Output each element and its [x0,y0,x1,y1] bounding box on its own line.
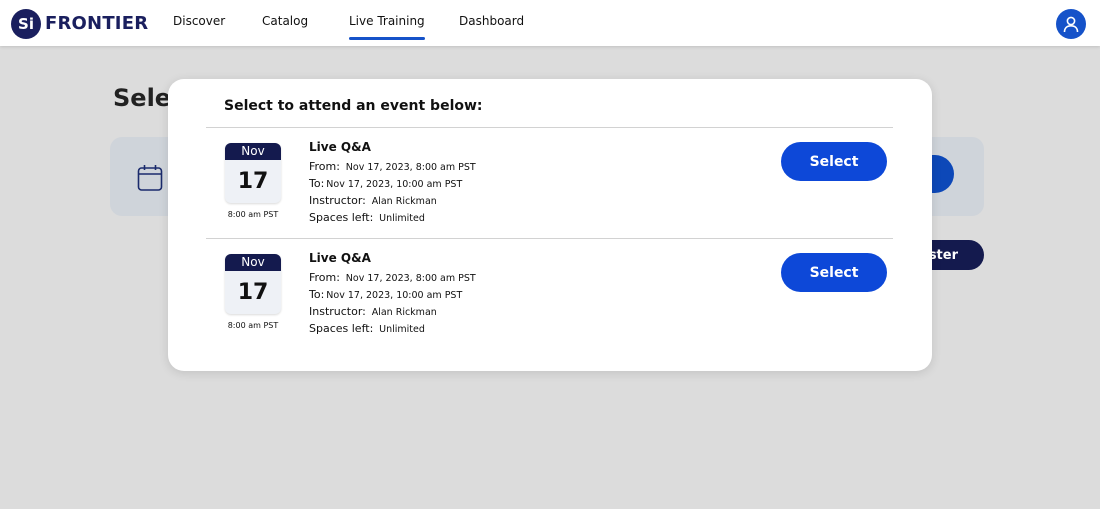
instructor-label: Instructor: [309,194,366,207]
event-selection-modal: Select to attend an event below: Nov 17 … [168,79,932,371]
calendar-icon [137,165,163,191]
from-label: From: [309,271,340,284]
date-day: 17 [237,169,269,194]
to-label: To: [309,288,325,301]
to-value: Nov 17, 2023, 10:00 am PST [326,290,463,301]
frontier-logo[interactable]: Si FRONTIER [11,8,148,39]
from-value: Nov 17, 2023, 8:00 am PST [345,162,476,173]
user-avatar-button[interactable] [1056,9,1086,39]
instructor-label: Instructor: [309,305,366,318]
modal-title: Select to attend an event below: [224,98,483,114]
date-month: Nov [225,143,281,160]
event-name: Live Q&A [309,140,371,154]
logo-badge: Si [11,8,41,39]
event-start-time: 8:00 am PST [227,210,279,219]
spaces-left-value: Unlimited [379,213,425,224]
event-start-time: 8:00 am PST [227,321,279,330]
event-row: Nov 17 8:00 am PST Live Q&A From: Nov 17… [168,239,932,339]
date-month: Nov [225,254,281,271]
event-details: Live Q&A From: Nov 17, 2023, 8:00 am PST… [309,251,476,337]
instructor-value: Alan Rickman [371,307,437,318]
spaces-left-label: Spaces left: [309,211,374,224]
date-day: 17 [237,280,269,305]
to-value: Nov 17, 2023, 10:00 am PST [326,179,463,190]
spaces-left-label: Spaces left: [309,322,374,335]
date-card: Nov 17 [225,254,281,314]
from-label: From: [309,160,340,173]
select-event-button[interactable]: Select [781,253,887,292]
top-navigation-bar: Si FRONTIER Discover Catalog Live Traini… [0,0,1100,46]
event-row: Nov 17 8:00 am PST Live Q&A From: Nov 17… [168,128,932,228]
spaces-left-value: Unlimited [379,324,425,335]
nav-tab-discover[interactable]: Discover [173,14,225,28]
nav-tab-catalog[interactable]: Catalog [262,14,308,28]
instructor-value: Alan Rickman [371,196,437,207]
from-value: Nov 17, 2023, 8:00 am PST [345,273,476,284]
select-event-button[interactable]: Select [781,142,887,181]
user-icon [1063,16,1079,33]
nav-tab-live-training[interactable]: Live Training [349,14,425,40]
to-label: To: [309,177,325,190]
event-details: Live Q&A From: Nov 17, 2023, 8:00 am PST… [309,140,476,226]
logo-text: FRONTIER [45,13,149,34]
date-card: Nov 17 [225,143,281,203]
nav-tab-dashboard[interactable]: Dashboard [459,14,524,28]
event-name: Live Q&A [309,251,371,265]
